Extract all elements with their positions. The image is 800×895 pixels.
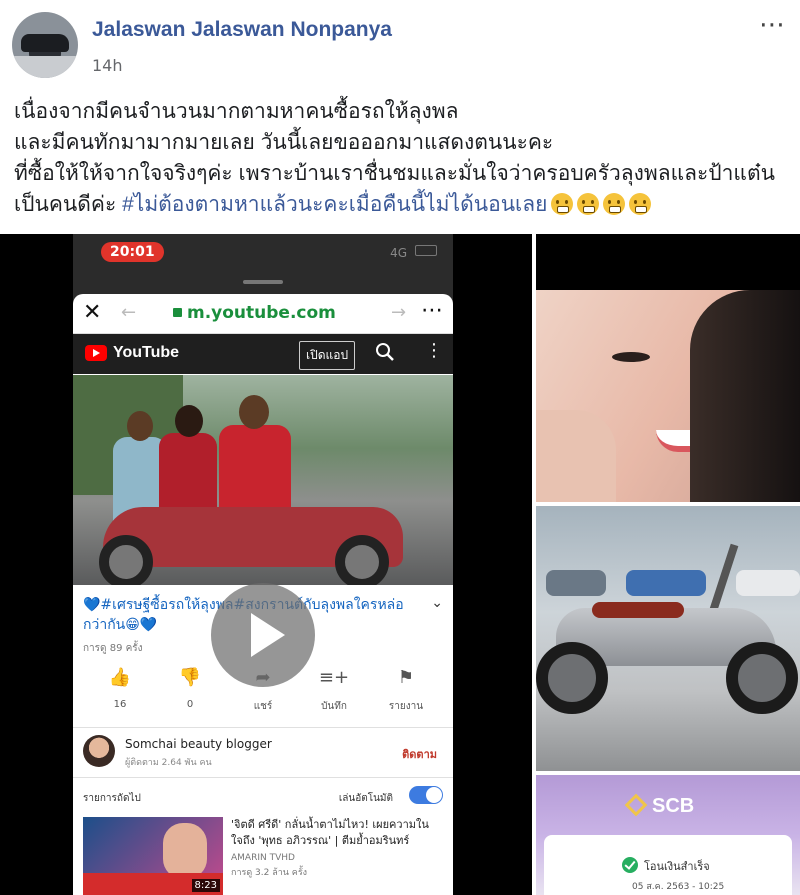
battery-icon [415, 245, 437, 256]
save-button[interactable]: ≡+ บันทึก [299, 667, 369, 714]
channel-name[interactable]: Somchai beauty blogger [125, 737, 272, 751]
next-video-channel: AMARIN TVHD [231, 853, 295, 863]
share-label: แชร์ [253, 701, 273, 712]
dislike-button[interactable]: 👎 0 [155, 667, 225, 710]
close-icon[interactable]: ✕ [83, 300, 101, 325]
photo-hand [536, 410, 616, 502]
youtube-header: YouTube เปิดแอป ⋮ [73, 334, 453, 374]
transfer-date: 05 ส.ค. 2563 - 10:25 [632, 882, 725, 892]
emoji-group [551, 193, 652, 215]
photo-hair [690, 290, 800, 502]
autoplay-label: เล่นอัตโนมัติ [338, 793, 393, 804]
youtube-brand[interactable]: YouTube [113, 344, 179, 362]
status-bar-network: 4G [390, 246, 407, 260]
channel-subscribers: ผู้ติดตาม 2.64 พัน คน [125, 758, 212, 768]
video-person-head [127, 411, 153, 441]
next-video-duration: 8:23 [191, 879, 220, 892]
author-avatar[interactable] [12, 12, 78, 78]
post-body: เนื่องจากมีคนจำนวนมากตามหาคนซื้อรถให้ลุง… [14, 96, 794, 220]
search-icon[interactable] [375, 342, 395, 362]
checkmark-icon [622, 857, 638, 873]
like-count: 16 [113, 699, 127, 710]
grimace-emoji-icon [577, 193, 600, 215]
avatar-car [21, 34, 69, 52]
transfer-status: โอนเงินสำเร็จ [644, 860, 710, 873]
dislike-count: 0 [186, 699, 194, 710]
avatar-road [12, 56, 78, 78]
up-next-label: รายการถัดไป [83, 793, 141, 804]
motorbike-wheel [726, 642, 798, 714]
more-options-icon[interactable]: ⋯ [759, 10, 786, 40]
subscribe-button[interactable]: ติดตาม [402, 745, 437, 763]
motorbike-seat [592, 602, 684, 618]
video-thumbnail[interactable] [73, 375, 453, 585]
browser-url-bar: ✕ ← m.youtube.com → ⋯ [73, 294, 453, 334]
report-label: รายงาน [388, 701, 424, 712]
chevron-down-icon[interactable]: ⌄ [431, 595, 443, 611]
background-car [736, 570, 800, 596]
save-label: บันทึก [321, 701, 347, 712]
post-text-line: เป็นคนดีค่ะ #ไม่ต้องตามหาแล้วนะคะเมื่อคื… [14, 189, 794, 220]
scb-logo: SCB [624, 793, 695, 818]
thumbs-up-icon: 👍 [108, 667, 132, 688]
sheet-grabber [243, 280, 283, 284]
browser-url[interactable]: m.youtube.com [173, 303, 336, 323]
hashtag-link[interactable]: #ไม่ต้องตามหาแล้วนะคะเมื่อคืนนี้ไม่ได้นอ… [122, 193, 547, 216]
forward-arrow-icon[interactable]: → [391, 302, 406, 323]
like-button[interactable]: 👍 16 [85, 667, 155, 710]
post-author-name[interactable]: Jalaswan Jalaswan Nonpanya [92, 18, 392, 42]
divider [73, 777, 453, 778]
autoplay-toggle[interactable] [409, 786, 443, 804]
open-app-button[interactable]: เปิดแอป [299, 341, 356, 370]
thumbs-down-icon: 👎 [178, 667, 202, 688]
youtube-logo-icon [85, 345, 107, 361]
video-views: การดู 89 ครั้ง [83, 643, 143, 654]
background-car [626, 570, 706, 596]
phone-screenshot: 20:01 4G ✕ ← m.youtube.com → ⋯ YouTube เ… [73, 234, 453, 895]
report-button[interactable]: ⚑ รายงาน [371, 667, 441, 714]
photo-top-strip [536, 234, 800, 290]
playlist-add-icon: ≡+ [318, 667, 350, 688]
back-arrow-icon[interactable]: ← [121, 302, 136, 323]
lock-icon [173, 308, 182, 317]
browser-menu-icon[interactable]: ⋯ [421, 298, 443, 323]
browser-url-text: m.youtube.com [187, 303, 336, 323]
post-text-line-start: เป็นคนดีค่ะ [14, 193, 123, 216]
flag-icon: ⚑ [397, 667, 415, 688]
motorbike-wheel [536, 642, 608, 714]
status-bar-time: 20:01 [101, 242, 164, 262]
video-person-head [239, 395, 269, 429]
scb-logo-icon [624, 793, 648, 817]
post-photo-motorbike[interactable] [536, 506, 800, 771]
post-text-line: และมีคนทักมามากมายเลย วันนี้เลยขอออกมาแส… [14, 131, 554, 154]
post-photo-woman[interactable] [536, 290, 800, 502]
video-wheel [99, 535, 153, 585]
next-video-views: การดู 3.2 ล้าน ครั้ง [231, 868, 308, 878]
divider [73, 727, 453, 728]
grimace-emoji-icon [551, 193, 574, 215]
play-button[interactable] [211, 583, 315, 687]
post-text-line: ที่ซื้อให้ให้จากใจจริงๆค่ะ เพราะบ้านเราช… [14, 162, 775, 185]
post-photo-scb-slip[interactable]: SCB โอนเงินสำเร็จ 05 ส.ค. 2563 - 10:25 [536, 775, 800, 895]
next-video-face [163, 823, 207, 879]
video-person-head [175, 405, 203, 437]
post-timestamp[interactable]: 14h [92, 56, 123, 75]
post-text-line: เนื่องจากมีคนจำนวนมากตามหาคนซื้อรถให้ลุง… [14, 100, 459, 123]
post-photo-main[interactable]: 20:01 4G ✕ ← m.youtube.com → ⋯ YouTube เ… [0, 234, 532, 895]
scb-logo-text: SCB [652, 795, 695, 817]
background-car [546, 570, 606, 596]
channel-avatar[interactable] [83, 735, 115, 767]
grimace-emoji-icon [603, 193, 626, 215]
photo-eye [612, 352, 650, 362]
video-wheel [335, 535, 389, 585]
kebab-menu-icon[interactable]: ⋮ [425, 340, 443, 361]
next-video-title[interactable]: 'จิตดี ศรีดี' กลั่นน้ำตาไม่ไหว! เผยความใ… [231, 817, 443, 849]
grimace-emoji-icon [629, 193, 652, 215]
next-video-thumbnail[interactable]: 8:23 [83, 817, 223, 895]
